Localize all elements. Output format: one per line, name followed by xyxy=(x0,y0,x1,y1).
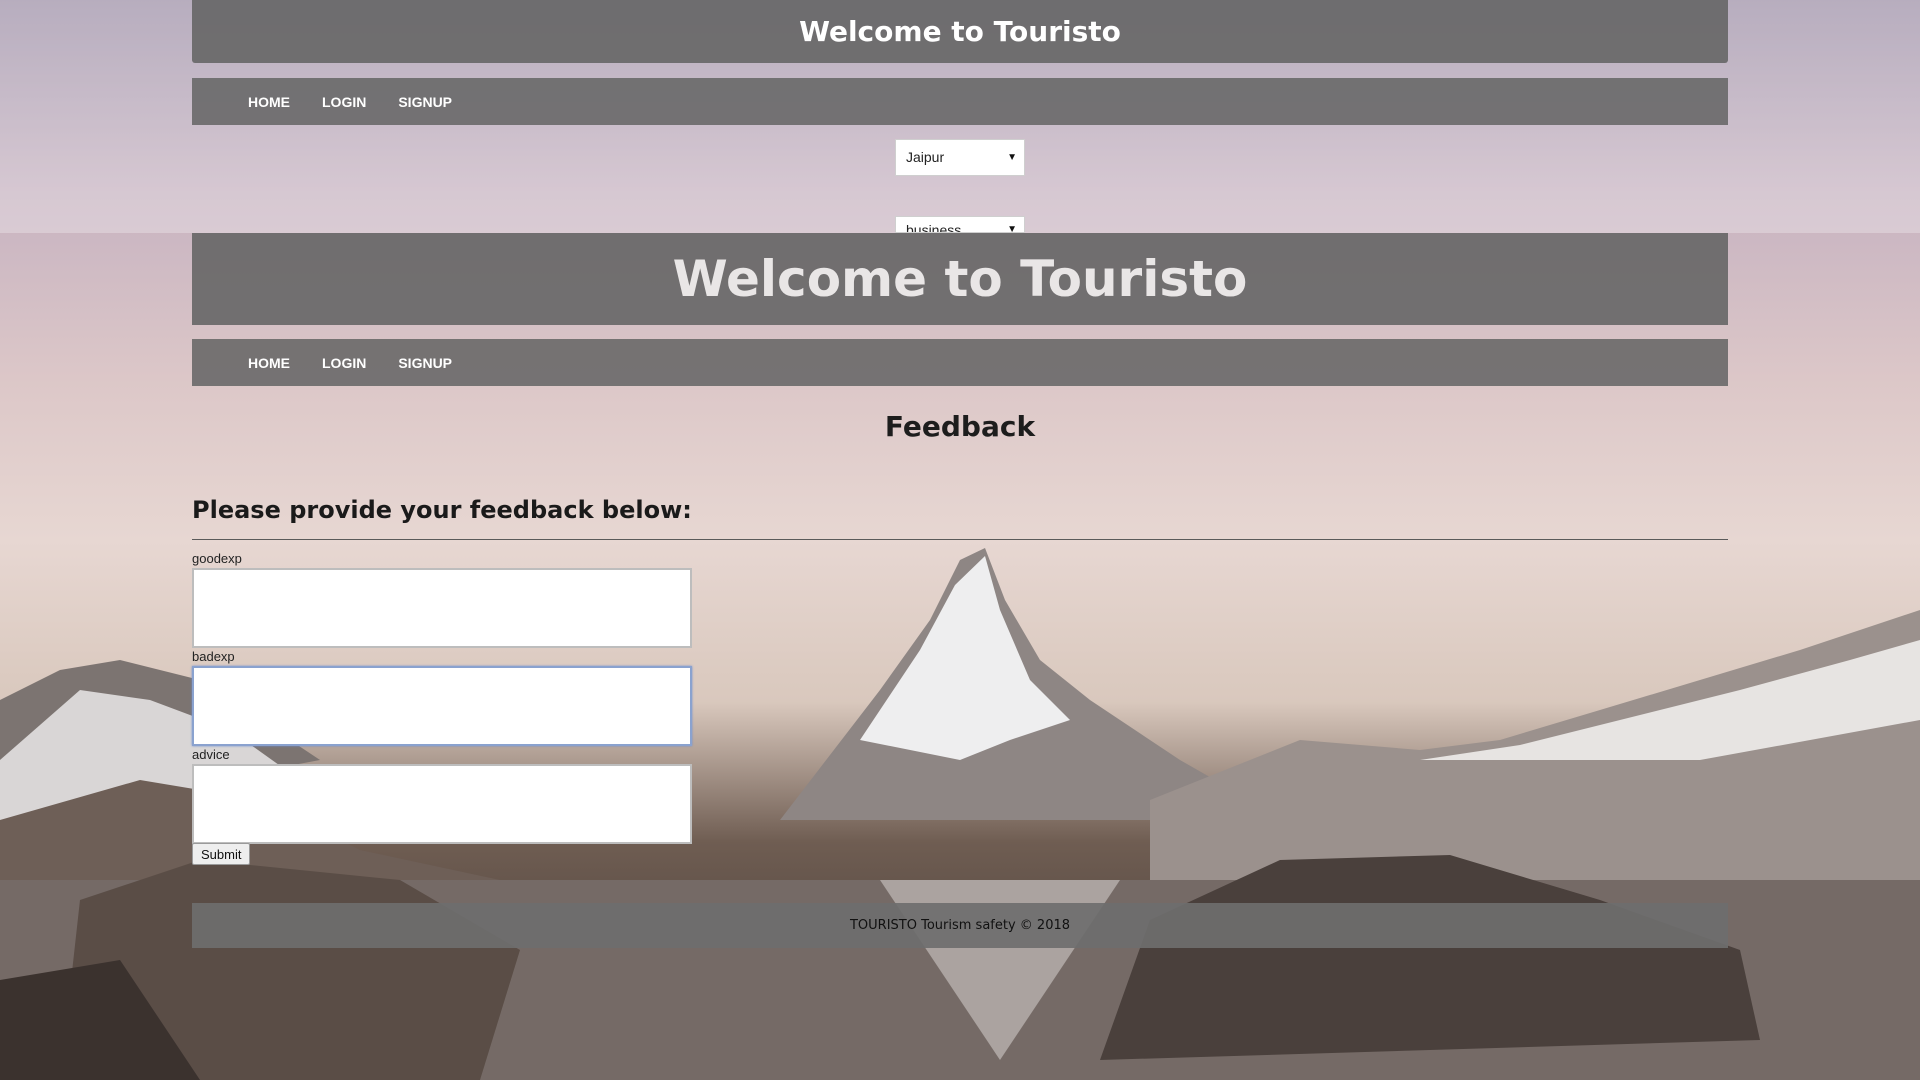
footer: TOURISTO Tourism safety © 2018 xyxy=(192,903,1728,948)
advice-label: advice xyxy=(192,747,230,762)
chevron-down-icon: ▼ xyxy=(1007,152,1017,163)
chevron-down-icon: ▼ xyxy=(1007,224,1017,233)
goodexp-label: goodexp xyxy=(192,551,242,566)
city-select[interactable]: Jaipur ▼ xyxy=(895,139,1025,176)
ghost-nav-signup-link[interactable]: SIGNUP xyxy=(398,94,452,110)
site-header: Welcome to Touristo xyxy=(192,233,1728,325)
goodexp-field[interactable] xyxy=(192,568,692,648)
badexp-label: badexp xyxy=(192,649,235,664)
badexp-field[interactable] xyxy=(192,666,692,746)
category-select-value: business xyxy=(906,222,962,233)
nav-signup-link[interactable]: SIGNUP xyxy=(398,355,452,371)
nav-login-link[interactable]: LOGIN xyxy=(322,355,366,371)
ghost-nav-login-link[interactable]: LOGIN xyxy=(322,94,366,110)
ghost-nav-bar: HOME LOGIN SIGNUP xyxy=(192,78,1728,125)
form-heading: Please provide your feedback below: xyxy=(192,496,692,524)
main-nav-bar: HOME LOGIN SIGNUP xyxy=(192,339,1728,386)
category-select[interactable]: business ▼ xyxy=(895,216,1025,233)
ghost-nav-home-link[interactable]: HOME xyxy=(248,94,290,110)
nav-home-link[interactable]: HOME xyxy=(248,355,290,371)
city-select-value: Jaipur xyxy=(906,149,945,165)
ghost-site-header: Welcome to Touristo xyxy=(192,0,1728,63)
ghost-frame: Welcome to Touristo HOME LOGIN SIGNUP Ja… xyxy=(0,0,1920,233)
page-title: Feedback xyxy=(884,410,1036,443)
submit-button[interactable]: Submit xyxy=(192,843,251,865)
advice-field[interactable] xyxy=(192,764,692,844)
divider xyxy=(192,539,1728,540)
